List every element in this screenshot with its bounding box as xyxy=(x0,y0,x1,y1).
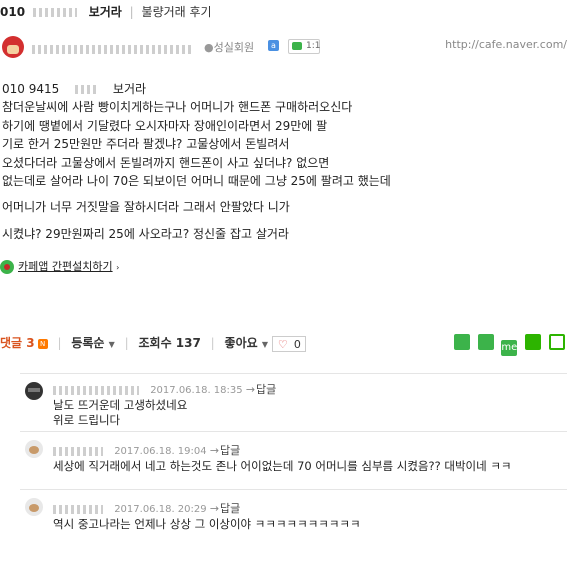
body-line: 기로 한거 25만원만 주더라 팔겠냐? 고물상에서 돈빌려서 xyxy=(2,137,290,152)
comment-bar: 댓글 3N | 등록순 ▼ | 조회수 137 | 좋아요 ▼ ♡ 0 me xyxy=(0,334,567,356)
cafe-app-install[interactable]: 카페앱 간편설치하기 › xyxy=(0,258,119,274)
commenter-avatar[interactable] xyxy=(25,440,43,458)
body-line: 하기에 땡볕에서 기달렸다 오시자마자 장애인이라면서 29만에 팔 xyxy=(2,118,328,133)
post-category[interactable]: 불량거래 후기 xyxy=(142,5,212,19)
author-name[interactable] xyxy=(32,39,192,58)
post-body: 010 9415 보거라 참더운날씨에 사람 빵이치게하는구나 어머니가 핸드폰… xyxy=(2,80,562,243)
comment-time: 2017.06.18. 19:04 xyxy=(114,446,207,457)
view-count: 조회수 137 xyxy=(138,336,201,350)
member-level: ●성실회원 xyxy=(204,41,255,54)
blog-share-icon[interactable] xyxy=(453,334,470,350)
post-url[interactable]: http://cafe.naver.com/ xyxy=(445,38,567,51)
body-line: 시켰냐? 29만원짜리 25에 사오라고? 정신줄 잡고 살거라 xyxy=(2,226,289,241)
comment-text: 역시 중고나라는 언제나 상상 그 이상이야 ㅋㅋㅋㅋㅋㅋㅋㅋㅋㅋ xyxy=(53,517,361,531)
reply-link[interactable]: 답글 xyxy=(210,502,240,515)
more-share-icon[interactable] xyxy=(549,334,565,350)
commenter-avatar[interactable] xyxy=(25,498,43,516)
redacted-phone xyxy=(32,8,77,17)
bookmark-star-icon[interactable] xyxy=(525,334,542,350)
title-prefix: 010 xyxy=(0,5,26,19)
new-badge: N xyxy=(37,338,48,349)
comment-item: 2017.06.18. 18:35 답글 날도 뜨거운데 고생하셨네요 위로 드… xyxy=(20,374,567,432)
chat-icon xyxy=(292,42,302,50)
reply-link[interactable]: 답글 xyxy=(246,383,276,396)
post-title: 010 보거라 | 불량거래 후기 xyxy=(0,3,212,21)
cafe-app-icon xyxy=(0,260,14,274)
body-line: 010 9415 보거라 xyxy=(2,82,147,96)
me-share-icon[interactable]: me xyxy=(501,340,518,356)
like-button[interactable]: ♡ 0 xyxy=(271,335,306,352)
author-avatar[interactable] xyxy=(2,36,24,58)
reply-link[interactable]: 답글 xyxy=(210,444,240,457)
comment-text: 날도 뜨거운데 고생하셨네요 위로 드립니다 xyxy=(53,398,188,427)
sort-dropdown[interactable]: 등록순 ▼ xyxy=(71,336,114,350)
commenter-name xyxy=(53,385,139,395)
comment-text: 세상에 직거래에서 네고 하는것도 존나 어이없는데 70 어머니를 심부름 시… xyxy=(53,459,512,473)
heart-icon: ♡ xyxy=(277,337,288,351)
comment-meta: 2017.06.18. 19:04 답글 xyxy=(53,442,240,458)
comment-list: 2017.06.18. 18:35 답글 날도 뜨거운데 고생하셨네요 위로 드… xyxy=(20,373,567,536)
likes-dropdown[interactable]: 좋아요 ▼ xyxy=(225,336,268,350)
comment-time: 2017.06.18. 18:35 xyxy=(150,385,243,396)
chat-button[interactable]: 1:1 xyxy=(288,39,320,54)
comment-count[interactable]: 댓글 3 xyxy=(0,336,35,350)
share-icons: me xyxy=(450,334,565,356)
comment-meta: 2017.06.18. 18:35 답글 xyxy=(53,381,276,397)
comment-meta: 2017.06.18. 20:29 답글 xyxy=(53,500,240,516)
title-divider: | xyxy=(129,5,134,19)
comment-item: 2017.06.18. 20:29 답글 역시 중고나라는 언제나 상상 그 이… xyxy=(20,490,567,536)
body-line: 참더운날씨에 사람 빵이치게하는구나 어머니가 핸드폰 구매하러오신다 xyxy=(2,100,353,115)
body-line: 오셨다더라 고물상에서 돈빌려까지 핸드폰이 사고 싶더냐? 없으면 xyxy=(2,155,330,170)
comment-time: 2017.06.18. 20:29 xyxy=(114,504,207,515)
author-row: ●성실회원 a 1:1 http://cafe.naver.com/ xyxy=(0,34,567,60)
cafe-share-icon[interactable] xyxy=(477,334,494,350)
member-grade-icon: a xyxy=(268,40,279,51)
body-line: 어머니가 너무 거짓말을 잘하시더라 그래서 안팔았다 니가 xyxy=(2,200,290,215)
title-name: 보거라 xyxy=(88,5,122,19)
chevron-down-icon: ▼ xyxy=(108,340,115,349)
body-line: 없는데로 살어라 나이 70은 되보이던 어머니 때문에 그냥 25에 팔려고 … xyxy=(2,174,391,189)
comment-item: 2017.06.18. 19:04 답글 세상에 직거래에서 네고 하는것도 존… xyxy=(20,432,567,490)
chevron-down-icon: ▼ xyxy=(261,340,269,349)
commenter-name xyxy=(53,446,103,456)
commenter-avatar[interactable] xyxy=(25,382,43,400)
commenter-name xyxy=(53,504,103,514)
